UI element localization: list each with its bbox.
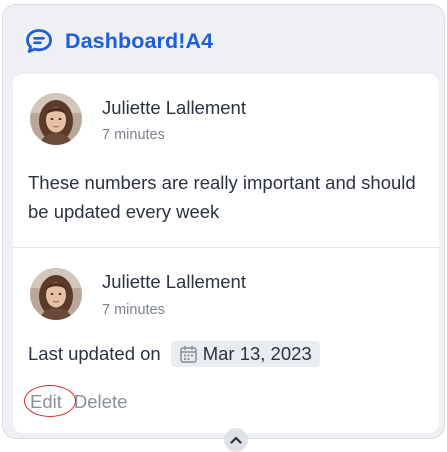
comment: Juliette Lallement 7 minutes These numbe… bbox=[13, 74, 439, 247]
panel-title[interactable]: Dashboard!A4 bbox=[65, 29, 213, 54]
date-chip[interactable]: Mar 13, 2023 bbox=[170, 341, 320, 367]
edit-button[interactable]: Edit bbox=[24, 385, 76, 417]
chat-bubble-icon bbox=[25, 28, 53, 54]
comment-panel: Dashboard!A4 Juliette Lallement 7 minute… bbox=[2, 4, 445, 439]
delete-button[interactable]: Delete bbox=[74, 391, 127, 413]
date-value: Mar 13, 2023 bbox=[202, 343, 312, 364]
author-name: Juliette Lallement bbox=[102, 271, 246, 292]
last-updated-label: Last updated on bbox=[28, 343, 161, 364]
chevron-up-icon bbox=[230, 431, 242, 449]
comment-timestamp: 7 minutes bbox=[102, 302, 165, 318]
comment-card: Juliette Lallement 7 minutes These numbe… bbox=[13, 74, 439, 433]
author-name: Juliette Lallement bbox=[102, 97, 246, 118]
comment-text: These numbers are really important and s… bbox=[28, 172, 416, 222]
avatar[interactable] bbox=[30, 93, 82, 145]
comment-timestamp: 7 minutes bbox=[102, 127, 165, 143]
edit-label: Edit bbox=[30, 391, 62, 412]
panel-header: Dashboard!A4 bbox=[25, 27, 213, 55]
collapse-button[interactable] bbox=[224, 428, 248, 452]
last-updated-row: Last updated on Mar 13, 2023 bbox=[28, 341, 320, 367]
comment-actions: Edit Delete bbox=[24, 385, 127, 417]
avatar[interactable] bbox=[30, 268, 82, 320]
calendar-icon bbox=[179, 345, 198, 364]
comment: Juliette Lallement 7 minutes Last update… bbox=[13, 248, 439, 433]
